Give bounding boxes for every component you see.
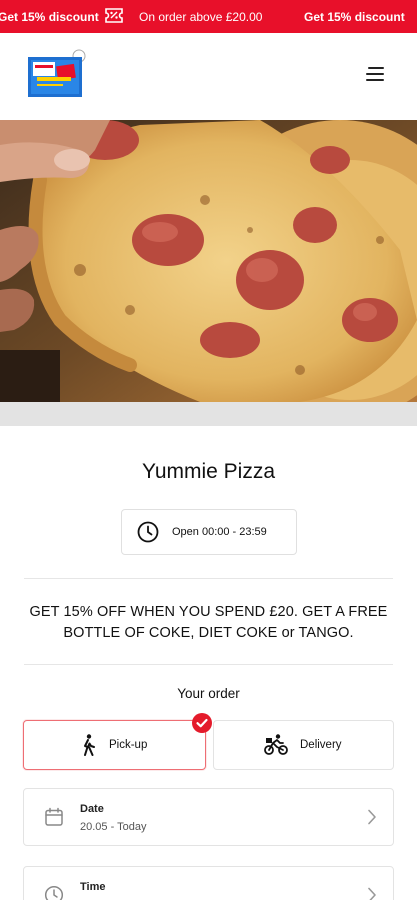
pickup-option[interactable]: Pick-up (23, 720, 206, 770)
date-selector[interactable]: Date 20.05 - Today (23, 788, 394, 846)
selected-check-icon (192, 713, 212, 733)
restaurant-logo[interactable] (27, 47, 87, 99)
store-name: Yummie Pizza (141, 460, 276, 483)
date-value: 20.05 - Today (80, 821, 147, 833)
bicycle-courier-icon (264, 734, 288, 755)
promo-center-text: On order above £20.00 (139, 10, 263, 24)
promo-bar: Get 15% discount On order above £20.00 G… (0, 0, 417, 33)
opening-hours-box: Open 00:00 - 23:59 (121, 509, 297, 555)
pizza-photo (0, 120, 417, 402)
time-selector[interactable]: Time (23, 866, 394, 900)
walking-person-icon (84, 734, 95, 756)
opening-hours-text: Open 00:00 - 23:59 (172, 526, 267, 538)
hero-bottom-band (0, 402, 417, 426)
promo-right-text: Get 15% discount (304, 10, 405, 24)
delivery-label: Delivery (300, 739, 342, 751)
chevron-right-icon (368, 887, 376, 900)
your-order-heading: Your order (177, 686, 240, 701)
time-title: Time (80, 881, 106, 893)
hamburger-menu-icon[interactable] (366, 67, 388, 85)
clock-icon (137, 521, 159, 543)
chevron-right-icon (368, 809, 376, 825)
delivery-option[interactable]: Delivery (213, 720, 394, 770)
ticket-icon (104, 7, 124, 27)
pickup-label: Pick-up (109, 739, 148, 751)
header (0, 33, 417, 120)
divider (24, 578, 393, 579)
promo-left-text: Get 15% discount (0, 10, 99, 24)
promo-message: GET 15% OFF WHEN YOU SPEND £20. GET A FR… (29, 604, 388, 641)
calendar-icon (45, 807, 63, 826)
date-title: Date (80, 803, 104, 815)
divider (24, 664, 393, 665)
clock-icon (44, 885, 64, 900)
